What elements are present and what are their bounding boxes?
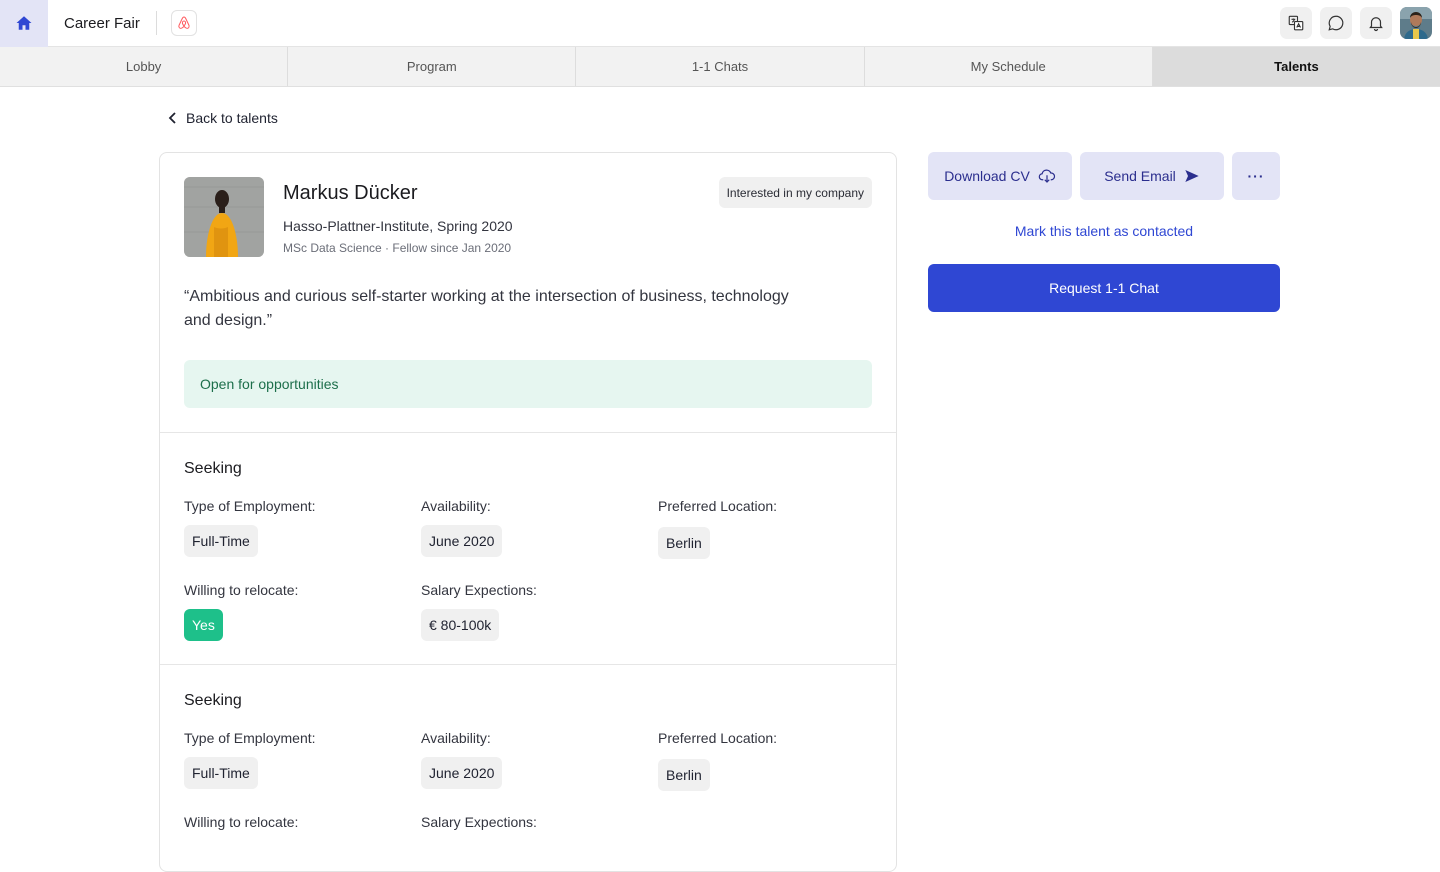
back-link-label: Back to talents xyxy=(186,110,278,126)
salary-label: Salary Expections: xyxy=(421,582,537,598)
employment-label: Type of Employment: xyxy=(184,498,316,514)
back-link[interactable]: Back to talents xyxy=(168,110,278,126)
relocate-label: Willing to relocate: xyxy=(184,582,299,598)
send-icon xyxy=(1185,170,1199,182)
location-chip: Berlin xyxy=(658,759,710,791)
availability-chip: June 2020 xyxy=(421,525,503,557)
talent-quote: “Ambitious and curious self-starter work… xyxy=(184,288,789,329)
talent-name: Markus Dücker xyxy=(283,182,418,204)
download-cv-label: Download CV xyxy=(944,168,1030,184)
section-title: Seeking xyxy=(184,460,242,477)
user-avatar[interactable] xyxy=(1400,7,1432,39)
tab-program[interactable]: Program xyxy=(288,47,577,86)
employment-chip: Full-Time xyxy=(184,757,258,789)
cloud-download-icon xyxy=(1038,169,1055,183)
location-label: Preferred Location: xyxy=(658,498,778,514)
translate-button[interactable] xyxy=(1280,7,1312,39)
tab-my-schedule[interactable]: My Schedule xyxy=(865,47,1153,86)
brand-logo[interactable] xyxy=(170,10,197,36)
relocate-label: Willing to relocate: xyxy=(184,814,299,830)
notifications-button[interactable] xyxy=(1360,7,1392,39)
availability-chip: June 2020 xyxy=(421,757,503,789)
employment-label: Type of Employment: xyxy=(184,730,316,746)
location-chip: Berlin xyxy=(658,527,710,559)
download-cv-button[interactable]: Download CV xyxy=(928,152,1072,200)
user-avatar-image xyxy=(1400,7,1432,39)
section-divider xyxy=(160,664,896,665)
mark-contacted-link[interactable]: Mark this talent as contacted xyxy=(928,223,1280,239)
salary-chip: € 80-100k xyxy=(421,609,500,641)
chat-bubble-icon xyxy=(1328,15,1344,31)
talent-photo xyxy=(184,177,264,257)
app-title: Career Fair xyxy=(64,14,140,32)
home-icon xyxy=(16,16,32,30)
request-chat-button[interactable]: Request 1-1 Chat xyxy=(928,264,1280,312)
airbnb-logo-icon xyxy=(178,16,190,29)
interest-badge: Interested in my company xyxy=(718,177,872,208)
bell-icon xyxy=(1369,17,1383,32)
section-title: Seeking xyxy=(184,692,242,709)
availability-label: Availability: xyxy=(421,498,491,514)
more-icon: ··· xyxy=(1247,168,1265,184)
status-banner: Open for opportunities xyxy=(184,360,872,408)
send-email-button[interactable]: Send Email xyxy=(1080,152,1224,200)
talent-card: Markus Dücker Hasso-Plattner-Institute, … xyxy=(159,152,897,872)
availability-label: Availability: xyxy=(421,730,491,746)
section-divider xyxy=(160,432,896,433)
tab-chats[interactable]: 1-1 Chats xyxy=(576,47,865,86)
relocate-chip: Yes xyxy=(184,609,223,641)
send-email-label: Send Email xyxy=(1104,168,1176,184)
talent-meta: MSc Data Science · Fellow since Jan 2020 xyxy=(283,241,512,255)
employment-chip: Full-Time xyxy=(184,525,258,557)
tab-lobby[interactable]: Lobby xyxy=(0,47,289,86)
top-bar: Career Fair xyxy=(0,0,1440,47)
salary-label: Salary Expections: xyxy=(421,814,537,830)
home-button[interactable] xyxy=(0,0,48,47)
talent-school: Hasso-Plattner-Institute, Spring 2020 xyxy=(283,218,513,234)
chevron-left-icon xyxy=(168,112,176,124)
translate-icon xyxy=(1288,15,1304,31)
messages-button[interactable] xyxy=(1320,7,1352,39)
tab-talents[interactable]: Talents xyxy=(1152,47,1440,86)
more-options-button[interactable]: ··· xyxy=(1232,152,1280,200)
location-label: Preferred Location: xyxy=(658,730,778,746)
talent-photo-image xyxy=(184,177,264,257)
divider xyxy=(155,11,157,35)
main-tabs: Lobby Program 1-1 Chats My Schedule Tale… xyxy=(0,47,1440,87)
